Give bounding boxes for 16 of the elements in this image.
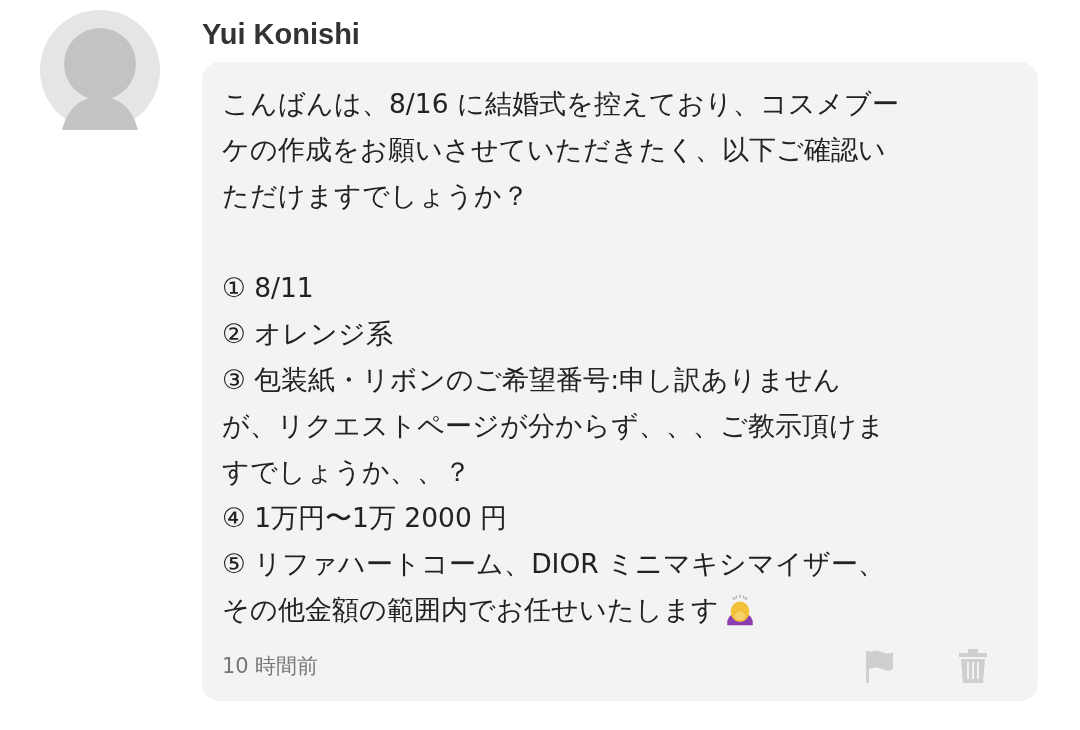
message-text: こんばんは、8/16 に結婚式を控えており、コスメブー <box>222 87 900 121</box>
flag-icon[interactable] <box>864 649 894 683</box>
message-text: すでしょうか、、？ <box>222 455 472 489</box>
sender-name: Yui Konishi <box>202 17 361 52</box>
message-text: ④ 1万円〜1万 2000 円 <box>222 501 509 535</box>
timestamp: 10 時間前 <box>222 653 320 680</box>
message-text: ③ 包装紙・リボンのご希望番号:申し訳ありません <box>222 363 843 397</box>
message-text: その他金額の範囲内でお任せいたします <box>222 593 719 627</box>
message-text: ⑤ リファハートコーム、DIOR ミニマキシマイザー、 <box>222 547 887 581</box>
avatar-icon <box>40 10 160 130</box>
message-text: ケの作成をお願いさせていただきたく、以下ご確認い <box>222 133 887 167</box>
message-text: ② オレンジ系 <box>222 317 395 351</box>
message-text: ただけますでしょうか？ <box>222 179 530 213</box>
message-text: が、リクエストページが分からず、、、ご教示頂けま <box>222 409 886 443</box>
message-text: ① 8/11 <box>222 271 315 305</box>
trash-icon[interactable] <box>958 649 988 683</box>
